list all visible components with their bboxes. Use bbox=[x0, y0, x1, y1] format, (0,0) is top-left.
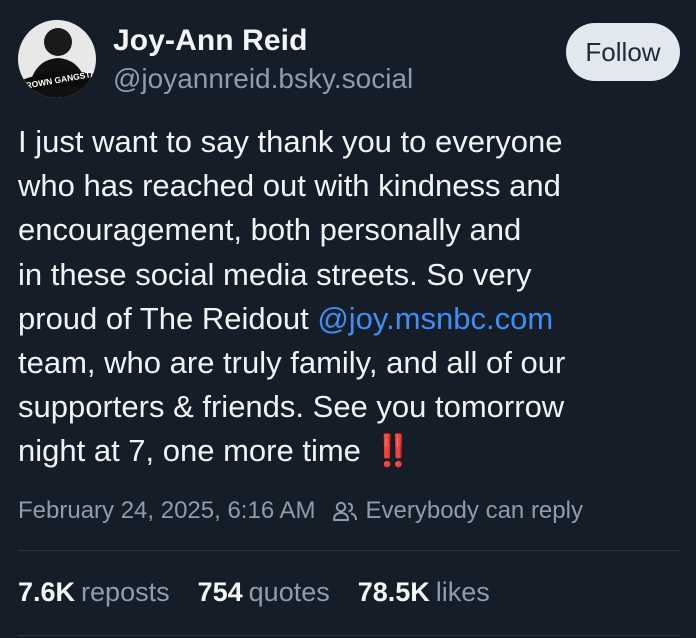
avatar-image: GROWN GANGSTA bbox=[18, 20, 96, 98]
post-line: team, who are truly family, and all of o… bbox=[18, 345, 566, 381]
reply-setting[interactable]: Everybody can reply bbox=[366, 497, 583, 525]
post-timestamp[interactable]: February 24, 2025, 6:16 AM bbox=[18, 497, 316, 525]
mention-link[interactable]: @joy.msnbc.com bbox=[317, 301, 553, 336]
likes-count: 78.5K bbox=[357, 577, 430, 607]
post-meta: February 24, 2025, 6:16 AM Everybody can… bbox=[18, 497, 583, 525]
post-text: I just want to say thank you to everyone… bbox=[18, 120, 678, 474]
quotes-label: quotes bbox=[248, 577, 330, 607]
double-exclamation-emoji: ‼️ bbox=[373, 433, 413, 469]
post-line: supporters & friends. See you tomorrow bbox=[18, 389, 565, 425]
people-icon bbox=[332, 501, 357, 521]
likes-stat[interactable]: 78.5K likes bbox=[358, 577, 490, 608]
quotes-count: 754 bbox=[197, 577, 243, 607]
post-line: who has reached out with kindness and bbox=[18, 168, 561, 204]
author-display-name[interactable]: Joy-Ann Reid bbox=[113, 24, 308, 58]
post-card: GROWN GANGSTA Joy-Ann Reid @joyannreid.b… bbox=[0, 0, 696, 638]
post-line-with-mention: proud of The Reidout @joy.msnbc.com bbox=[18, 297, 678, 341]
likes-label: likes bbox=[435, 577, 490, 607]
quotes-stat[interactable]: 754 quotes bbox=[198, 577, 330, 608]
reposts-stat[interactable]: 7.6K reposts bbox=[18, 577, 170, 608]
post-line: in these social media streets. So very bbox=[18, 256, 532, 292]
avatar[interactable]: GROWN GANGSTA bbox=[18, 20, 96, 98]
divider bbox=[18, 635, 680, 636]
author-handle[interactable]: @joyannreid.bsky.social bbox=[113, 63, 413, 95]
post-line: proud of The Reidout bbox=[18, 300, 318, 336]
reposts-label: reposts bbox=[81, 577, 170, 607]
post-line: night at 7, one more time bbox=[18, 433, 370, 469]
follow-button[interactable]: Follow bbox=[566, 23, 680, 81]
post-line: encouragement, both personally and bbox=[18, 212, 522, 248]
post-line: I just want to say thank you to everyone bbox=[18, 124, 563, 159]
reposts-count: 7.6K bbox=[18, 577, 76, 607]
engagement-stats: 7.6K reposts 754 quotes 78.5K likes bbox=[18, 577, 518, 608]
divider bbox=[18, 550, 680, 551]
post-line-with-emoji: night at 7, one more time ‼️ bbox=[18, 429, 678, 473]
